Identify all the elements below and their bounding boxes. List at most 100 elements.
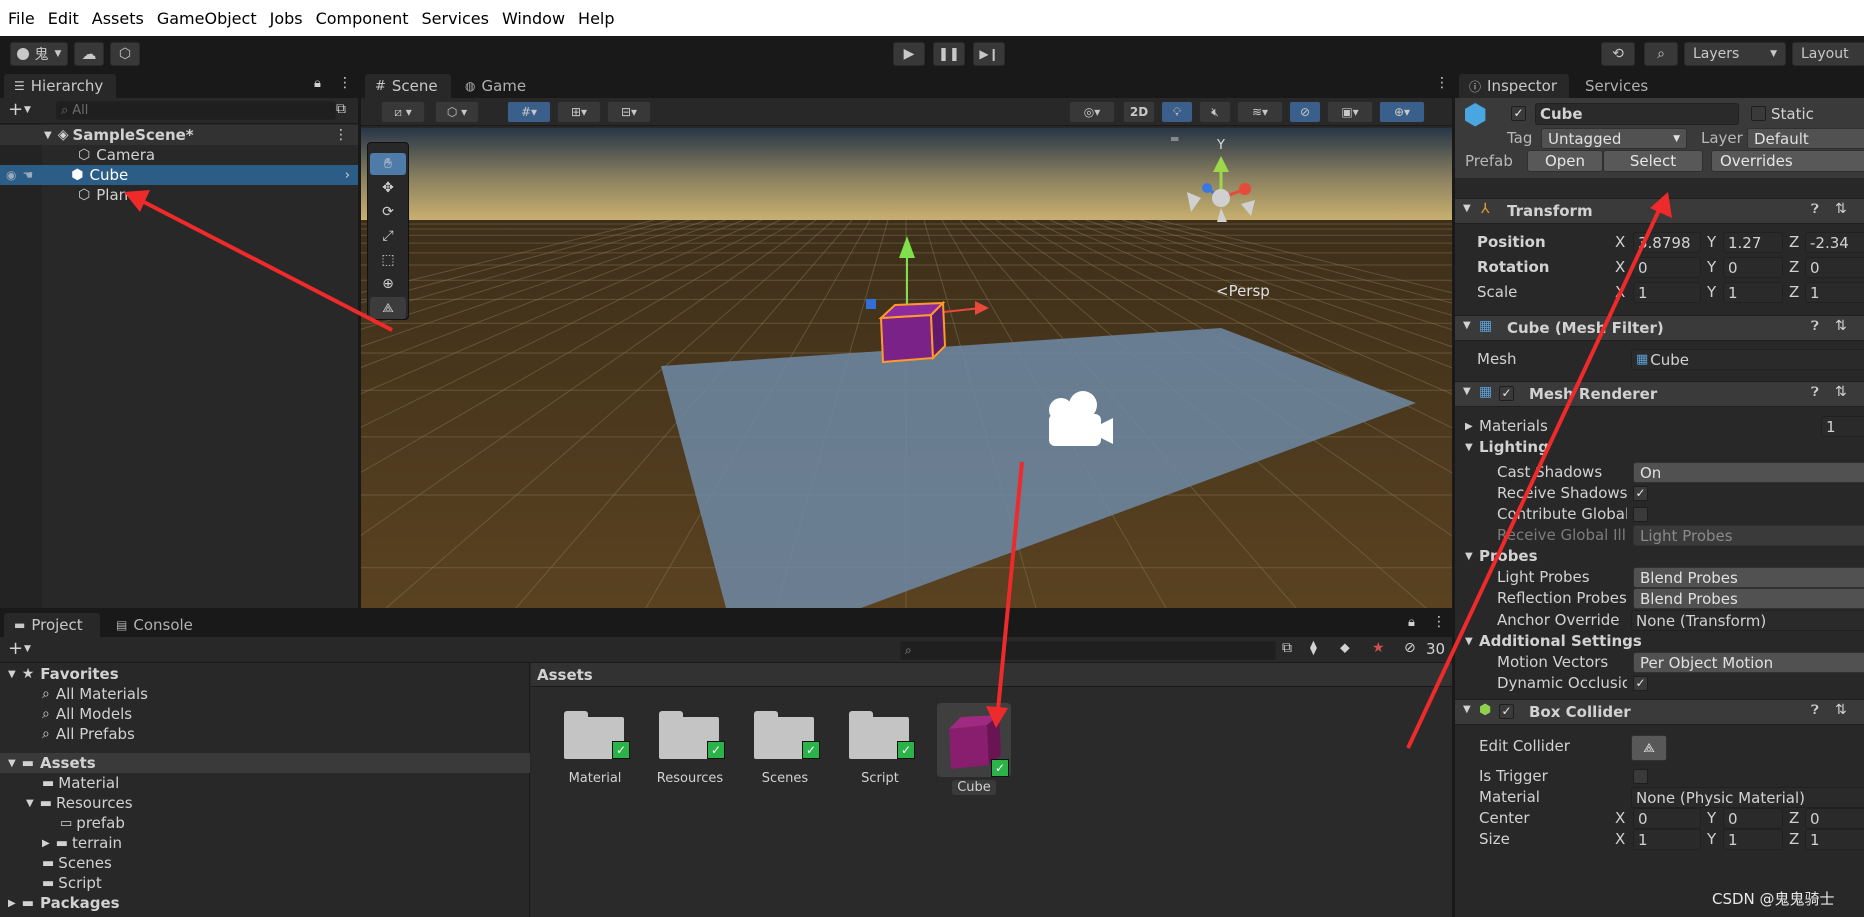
camera-settings-button[interactable]: ▣▾: [1327, 101, 1373, 123]
project-search-input[interactable]: ⌕: [900, 641, 1276, 660]
rotation-z-input[interactable]: 0: [1805, 257, 1864, 278]
reflection-probes-dropdown[interactable]: Blend Probes: [1633, 588, 1864, 609]
history-button[interactable]: ⟲: [1601, 42, 1635, 66]
light-probes-dropdown[interactable]: Blend Probes: [1633, 567, 1864, 588]
menu-file[interactable]: File: [8, 9, 35, 28]
asset-item[interactable]: ✓ Script: [840, 707, 920, 799]
menu-services[interactable]: Services: [421, 9, 488, 28]
transform-tool-button[interactable]: ⊕: [370, 273, 406, 295]
chevron-down-icon[interactable]: ▼: [1465, 551, 1473, 562]
size-z-input[interactable]: 1: [1805, 829, 1864, 850]
help-icon[interactable]: ❓︎: [1811, 703, 1819, 718]
list-item[interactable]: ▶ ▬ terrain: [0, 833, 530, 853]
anchor-override-field[interactable]: None (Transform): [1631, 610, 1864, 631]
asset-item[interactable]: ✓ Resources: [650, 707, 730, 799]
more-icon[interactable]: ⋮: [334, 127, 348, 143]
audio-toggle-button[interactable]: 🔇︎: [1199, 101, 1231, 123]
move-tool-button[interactable]: ✥: [370, 177, 406, 199]
step-button[interactable]: ▶❙: [973, 42, 1005, 66]
shading-button[interactable]: ⬡ ▾: [435, 101, 479, 123]
menu-window[interactable]: Window: [502, 9, 565, 28]
list-item[interactable]: ⬡ Camera: [0, 145, 358, 165]
effects-button[interactable]: ≋▾: [1237, 101, 1283, 123]
list-item[interactable]: ⌕ All Materials: [0, 684, 530, 704]
list-item[interactable]: ▬ Script: [0, 873, 530, 893]
mesh-renderer-header[interactable]: ▼ ▦ ✓ Mesh Renderer ❓︎ ⇅: [1455, 381, 1864, 407]
help-icon[interactable]: ❓︎: [1811, 319, 1819, 334]
settings-icon[interactable]: ⇅: [1835, 201, 1847, 217]
projection-label[interactable]: <Persp: [1216, 282, 1270, 300]
chevron-down-icon[interactable]: ▼: [1465, 636, 1473, 647]
motion-vectors-dropdown[interactable]: Per Object Motion: [1633, 652, 1864, 673]
prefab-select-button[interactable]: Select: [1603, 150, 1703, 172]
more-icon[interactable]: ⋮: [1432, 614, 1446, 630]
lock-icon[interactable]: 🔒︎: [314, 76, 321, 91]
packages-row[interactable]: ▶ ▬ Packages: [0, 893, 530, 913]
hierarchy-search-input[interactable]: ⌕ All: [56, 101, 336, 120]
layout-dropdown[interactable]: Layout: [1792, 42, 1864, 66]
scene-row[interactable]: ▼ ◈ SampleScene* ⋮: [0, 125, 358, 145]
search-scope-icon[interactable]: ⧉: [1282, 640, 1292, 656]
add-icon[interactable]: +: [8, 99, 23, 120]
is-trigger-checkbox[interactable]: [1633, 769, 1648, 784]
tab-services[interactable]: Services: [1575, 74, 1671, 98]
cloud-button[interactable]: ☁: [74, 42, 104, 66]
object-name-input[interactable]: Cube: [1535, 103, 1739, 125]
menu-assets[interactable]: Assets: [92, 9, 144, 28]
scale-x-input[interactable]: 1: [1633, 282, 1701, 303]
edit-collider-button[interactable]: ⟁: [1631, 735, 1667, 761]
breadcrumb-item[interactable]: Assets: [537, 666, 593, 684]
position-z-input[interactable]: -2.34: [1805, 232, 1864, 253]
center-x-input[interactable]: 0: [1633, 808, 1701, 829]
menu-gameobject[interactable]: GameObject: [157, 9, 257, 28]
scale-tool-button[interactable]: ⤢: [370, 225, 406, 247]
menu-component[interactable]: Component: [316, 9, 409, 28]
chevron-down-icon[interactable]: ▼: [24, 644, 31, 654]
help-icon[interactable]: ❓︎: [1811, 202, 1819, 217]
scene-viewport[interactable]: Y <Persp ═ ✋︎ ✥ ⟳ ⤢ ⬚ ⊕ ⟁: [361, 128, 1452, 608]
list-item[interactable]: ⌕ All Models: [0, 704, 530, 724]
add-icon[interactable]: +: [8, 638, 23, 659]
scale-z-input[interactable]: 1: [1805, 282, 1864, 303]
play-button[interactable]: ▶: [893, 42, 925, 66]
center-y-input[interactable]: 0: [1723, 808, 1783, 829]
center-z-input[interactable]: 0: [1805, 808, 1864, 829]
transform-header[interactable]: ▼ ⅄ Transform ❓︎ ⇅: [1455, 198, 1864, 224]
mesh-renderer-enabled-checkbox[interactable]: ✓: [1499, 386, 1514, 401]
tab-scene[interactable]: # Scene: [365, 74, 451, 98]
more-icon[interactable]: ⋮: [1435, 75, 1449, 91]
chevron-down-icon[interactable]: ▼: [1465, 442, 1473, 453]
filter-type-icon[interactable]: ⧫: [1310, 640, 1317, 656]
collab-button[interactable]: ⬡: [110, 42, 140, 66]
tag-icon[interactable]: ⬥: [1340, 640, 1350, 656]
visibility-icon[interactable]: ◉: [6, 168, 16, 182]
menu-edit[interactable]: Edit: [48, 9, 79, 28]
list-item[interactable]: ▭ prefab: [0, 813, 530, 833]
camera-orbit-button[interactable]: ◎▾: [1069, 101, 1115, 123]
list-item[interactable]: ⬡ Plane: [0, 185, 358, 205]
more-icon[interactable]: ⋮: [338, 75, 352, 91]
lighting-toggle-button[interactable]: 💡︎: [1161, 101, 1193, 123]
tag-dropdown[interactable]: Untagged ▼: [1541, 128, 1687, 149]
tab-project[interactable]: ▬ Project: [4, 613, 100, 637]
menu-jobs[interactable]: Jobs: [270, 9, 303, 28]
chevron-right-icon[interactable]: ▶: [1465, 421, 1473, 432]
rect-tool-button[interactable]: ⬚: [370, 249, 406, 271]
rotation-x-input[interactable]: 0: [1633, 257, 1701, 278]
eye-off-icon[interactable]: ⊘: [1404, 640, 1416, 656]
contribute-gi-checkbox[interactable]: [1633, 507, 1648, 522]
scene-search-icon[interactable]: ⧉: [336, 101, 346, 117]
star-icon[interactable]: ★: [1372, 640, 1385, 656]
tab-hierarchy[interactable]: ☰ Hierarchy: [4, 74, 116, 98]
tab-game[interactable]: ◍ Game: [455, 74, 537, 98]
settings-icon[interactable]: ⇅: [1835, 318, 1847, 334]
cast-shadows-dropdown[interactable]: On: [1633, 462, 1864, 483]
search-button[interactable]: ⌕: [1644, 42, 1678, 66]
scale-y-input[interactable]: 1: [1723, 282, 1783, 303]
settings-icon[interactable]: ⇅: [1835, 702, 1847, 718]
list-item[interactable]: ▬ Material: [0, 773, 530, 793]
toggle-2d-button[interactable]: 2D: [1123, 101, 1155, 123]
list-item[interactable]: ▬ Scenes: [0, 853, 530, 873]
box-collider-enabled-checkbox[interactable]: ✓: [1499, 704, 1514, 719]
mesh-filter-header[interactable]: ▼ ▦ Cube (Mesh Filter) ❓︎ ⇅: [1455, 315, 1864, 341]
